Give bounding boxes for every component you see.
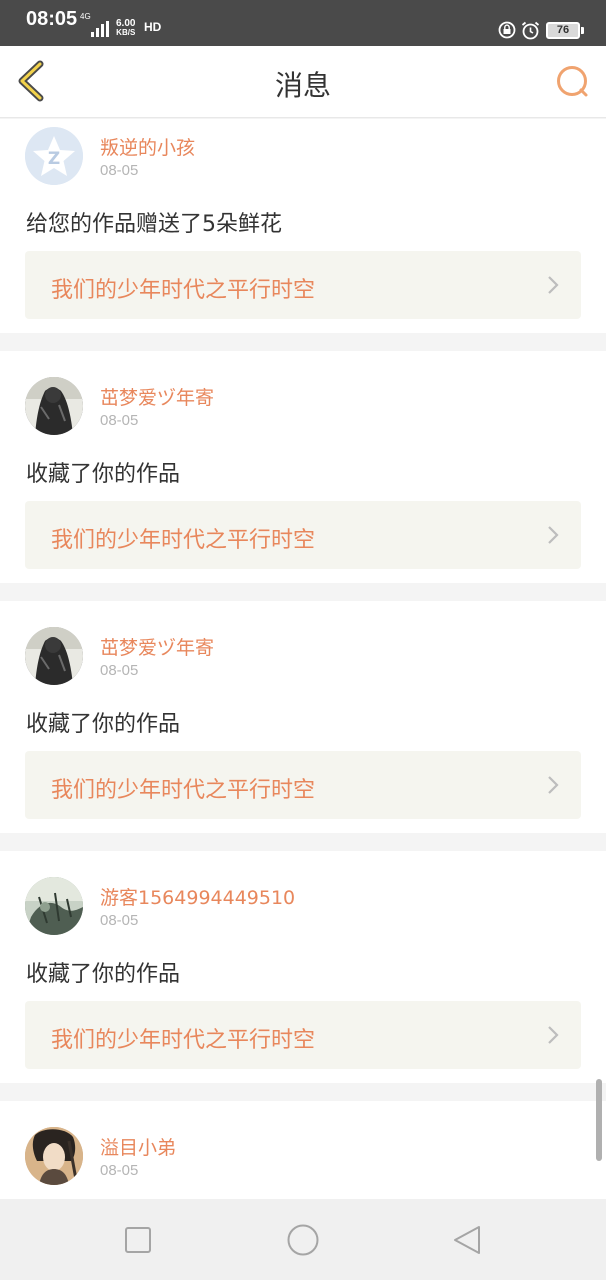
work-title: 我们的少年时代之平行时空 <box>51 278 316 303</box>
svg-text:Z: Z <box>48 149 60 169</box>
signal-icon <box>91 21 109 37</box>
message-card[interactable]: 茁梦爱ヅ年寄 08-05 收藏了你的作品 我们的少年时代之平行时空 <box>0 351 606 583</box>
back-triangle-icon[interactable] <box>451 1223 485 1257</box>
message-date: 08-05 <box>100 912 139 929</box>
message-text: 收藏了你的作品 <box>26 962 181 987</box>
network-speed-unit: KB/S <box>116 28 136 37</box>
rotation-lock-icon <box>498 21 516 39</box>
hd-voice-indicator: HD <box>144 20 162 34</box>
scrollbar[interactable] <box>596 1079 602 1161</box>
message-date: 08-05 <box>100 412 139 429</box>
message-date: 08-05 <box>100 1162 139 1179</box>
message-text: 收藏了你的作品 <box>26 712 181 737</box>
message-text: 收藏了你的作品 <box>26 462 181 487</box>
work-link[interactable]: 我们的少年时代之平行时空 <box>25 501 581 569</box>
message-card[interactable]: 溢目小弟 08-05 <box>0 1101 606 1199</box>
chevron-right-icon <box>548 776 559 794</box>
battery-tip <box>581 27 584 34</box>
user-photo-avatar[interactable] <box>25 627 83 685</box>
message-card[interactable]: 游客1564994449510 08-05 收藏了你的作品 我们的少年时代之平行… <box>0 851 606 1083</box>
username-link[interactable]: 叛逆的小孩 <box>100 133 195 160</box>
work-link[interactable]: 我们的少年时代之平行时空 <box>25 251 581 319</box>
page-title: 消息 <box>274 69 331 102</box>
alarm-icon <box>521 21 540 40</box>
battery-level: 76 <box>546 22 580 39</box>
message-text: 给您的作品赠送了5朵鲜花 <box>26 212 282 237</box>
chevron-right-icon <box>548 276 559 294</box>
message-list[interactable]: Z 叛逆的小孩 08-05 给您的作品赠送了5朵鲜花 我们的少年时代之平行时空 … <box>0 119 606 1199</box>
network-speed-value: 6.00 <box>116 18 136 29</box>
work-title: 我们的少年时代之平行时空 <box>51 528 316 553</box>
app-header: 消息 <box>0 46 606 118</box>
username-link[interactable]: 茁梦爱ヅ年寄 <box>100 383 214 410</box>
search-icon[interactable] <box>552 62 592 102</box>
work-title: 我们的少年时代之平行时空 <box>51 778 316 803</box>
home-icon[interactable] <box>286 1223 320 1257</box>
user-photo-avatar[interactable] <box>25 877 83 935</box>
status-bar: 08:05 4G 6.00 KB/S HD 76 <box>0 0 606 46</box>
message-card[interactable]: 茁梦爱ヅ年寄 08-05 收藏了你的作品 我们的少年时代之平行时空 <box>0 601 606 833</box>
username-link[interactable]: 茁梦爱ヅ年寄 <box>100 633 214 660</box>
chevron-right-icon <box>548 1026 559 1044</box>
recent-apps-icon[interactable] <box>121 1223 155 1257</box>
system-navigation-bar <box>0 1199 606 1280</box>
message-card[interactable]: Z 叛逆的小孩 08-05 给您的作品赠送了5朵鲜花 我们的少年时代之平行时空 <box>0 119 606 333</box>
network-speed: 6.00 KB/S <box>116 18 136 38</box>
work-title: 我们的少年时代之平行时空 <box>51 1028 316 1053</box>
user-photo-avatar[interactable] <box>25 377 83 435</box>
default-avatar-icon[interactable]: Z <box>25 127 83 185</box>
status-time: 08:05 <box>26 8 78 30</box>
chevron-right-icon <box>548 526 559 544</box>
user-photo-avatar[interactable] <box>25 1127 83 1185</box>
username-link[interactable]: 溢目小弟 <box>100 1133 176 1160</box>
network-type: 4G <box>80 12 91 21</box>
work-link[interactable]: 我们的少年时代之平行时空 <box>25 751 581 819</box>
username-link[interactable]: 游客1564994449510 <box>100 883 295 910</box>
work-link[interactable]: 我们的少年时代之平行时空 <box>25 1001 581 1069</box>
message-date: 08-05 <box>100 162 139 179</box>
message-date: 08-05 <box>100 662 139 679</box>
